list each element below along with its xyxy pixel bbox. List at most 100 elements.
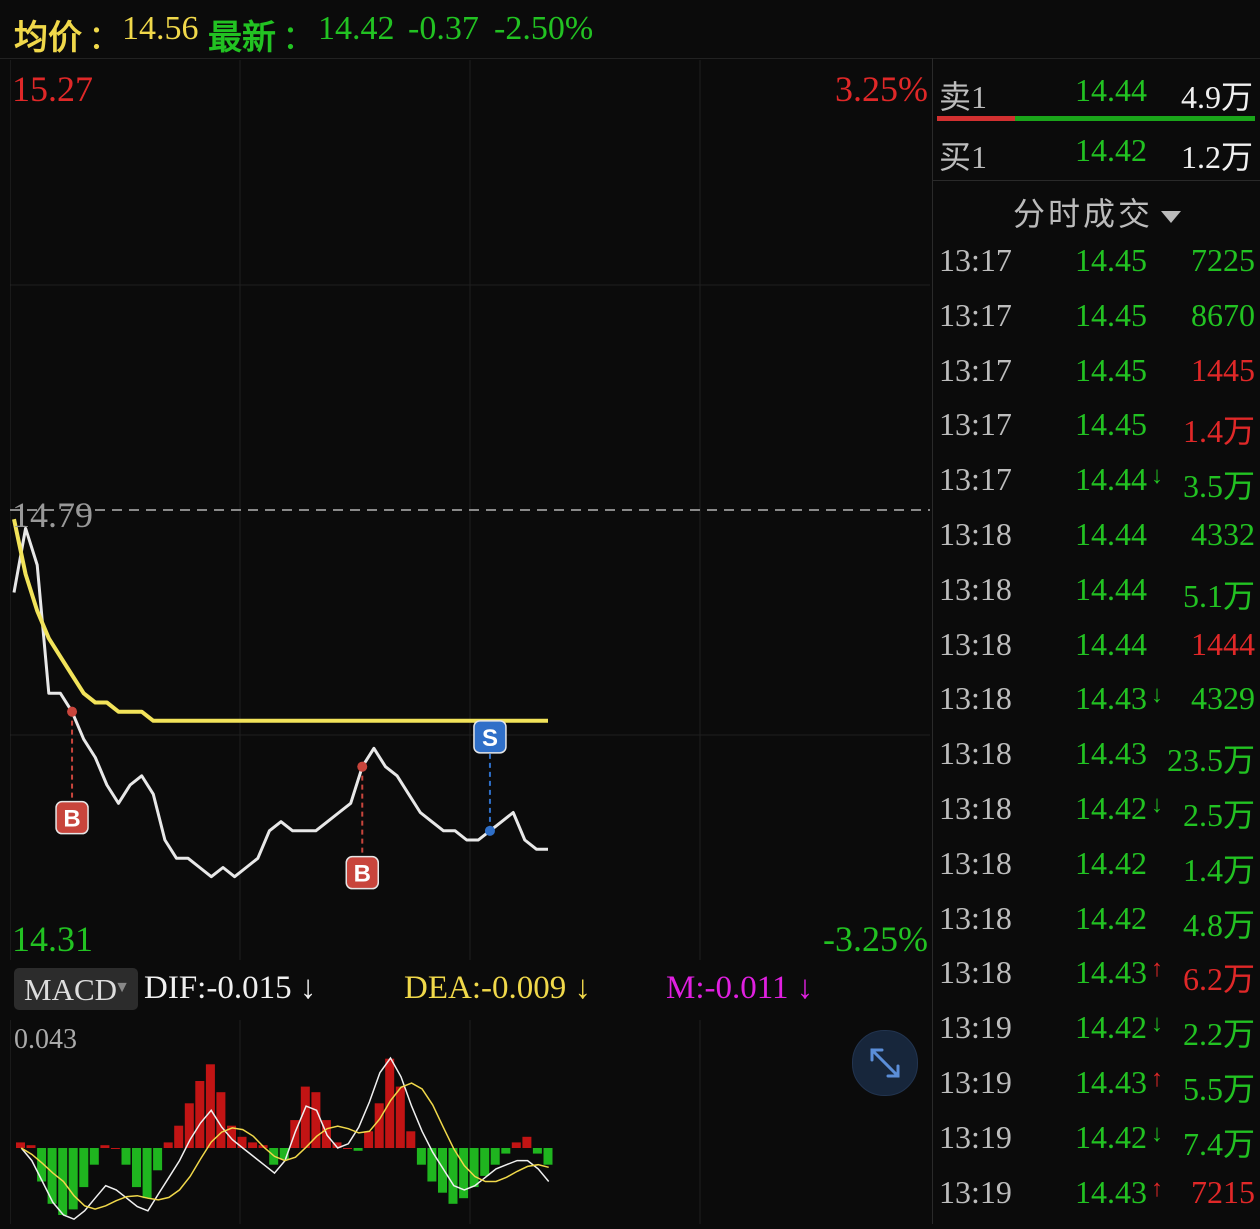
tick-row: 13:18 14.44 1444 [933,618,1260,672]
tick-direction-icon: ↓ [1151,1011,1163,1038]
price-change-pct: -2.50% [494,10,594,47]
ask-ratio-fill [1015,116,1255,121]
tick-price: 14.43 [1075,954,1147,991]
tick-volume: 5.1万 [1182,577,1255,614]
tick-row: 13:18 14.43 ↓ 4329 [933,672,1260,726]
tick-price: 14.42 [1075,1118,1147,1155]
tick-volume: 3.5万 [1182,468,1255,505]
tick-row: 13:17 14.45 8670 [933,289,1260,343]
macd-histogram-bar [100,1145,110,1148]
macd-histogram-bar [438,1148,447,1193]
orderbook-ask-row[interactable]: 卖1 14.44 4.9万 [933,62,1260,118]
tick-time: 13:17 [939,296,1012,333]
macd-histogram-bar [142,1148,152,1199]
expand-icon [870,1048,900,1078]
macd-indicator-bar: MACD ▼ DIF:-0.015 ↓ DEA:-0.009 ↓ M:-0.01… [10,962,930,1018]
macd-histogram-bar [68,1148,78,1210]
macd-histogram-bar [205,1064,215,1148]
tick-row: 13:19 14.43 ↑ 7215 [933,1166,1260,1220]
caret-down-icon [1161,211,1181,223]
tick-time: 13:18 [939,790,1012,826]
macd-histogram-bar [248,1142,258,1148]
bid-ratio-fill [937,116,1015,121]
tick-time: 13:19 [939,1118,1012,1155]
tick-time: 13:18 [939,954,1012,991]
bid-label: 买1 [939,139,988,175]
tick-price: 14.45 [1075,351,1147,388]
tick-row: 13:18 14.42 1.4万 [933,837,1260,891]
tick-time: 13:18 [939,680,1012,717]
tick-time: 13:19 [939,1064,1012,1100]
bid-price: 14.42 [1075,132,1147,168]
tick-row: 13:18 14.43 ↑ 6.2万 [933,946,1260,1000]
tick-volume: 1.4万 [1182,851,1255,888]
macd-histogram-bar [448,1148,458,1204]
orderbook-ratio-bar [937,116,1255,121]
intraday-chart[interactable]: B B S 15.27 3.25% 14.79 14.31 -3.25% [9,60,930,960]
macd-top-value: 0.043 [14,1024,77,1055]
macd-histogram-bar [237,1136,247,1148]
tick-time: 13:17 [939,351,1012,388]
macd-histogram-bar [79,1148,89,1188]
intraday-chart-svg: B B S [9,60,930,960]
orderbook-bid-row[interactable]: 买1 14.42 1.2万 [933,122,1260,178]
tick-row: 13:19 14.42 ↓ 7.4万 [933,1111,1260,1165]
tick-volume: 4329 [1191,680,1255,717]
marker-dot [484,825,495,836]
tick-direction-icon: ↑ [1151,1066,1163,1092]
macd-histogram-bar [163,1142,173,1148]
macd-histogram-bar [26,1145,36,1148]
tick-volume: 4332 [1191,516,1255,552]
tick-direction-icon: ↑ [1151,956,1163,983]
macd-histogram-bar [480,1148,490,1176]
tick-direction-icon: ↓ [1151,792,1163,818]
y-high-label: 15.27 [12,69,93,109]
tick-time: 13:17 [939,461,1012,498]
ref-price-label: 14.79 [12,495,93,535]
macd-histogram-bar [110,1148,120,1149]
macd-histogram-bar [416,1148,426,1165]
macd-chart[interactable]: 0.043 [9,1020,930,1224]
marker-label: B [63,806,80,833]
tick-time: 13:18 [939,735,1012,772]
macd-dif: DIF:-0.015 ↓ [144,970,317,1006]
tick-volume: 1445 [1191,351,1255,388]
marker-dot [67,706,78,717]
tick-row: 13:19 14.42 ↓ 2.2万 [933,1001,1260,1055]
tick-volume: 2.5万 [1182,797,1255,833]
tick-time: 13:18 [939,844,1012,881]
tick-price: 14.42 [1075,790,1147,826]
tick-price: 14.44 [1075,516,1147,552]
tick-price: 14.45 [1075,242,1147,278]
tick-row: 13:17 14.45 1.4万 [933,398,1260,452]
ask-price: 14.44 [1075,72,1147,108]
macd-dea: DEA:-0.009 ↓ [404,970,591,1006]
avg-price-value: 14.56 [122,10,199,47]
macd-histogram-bar [374,1103,384,1148]
tick-row: 13:17 14.44 ↓ 3.5万 [933,453,1260,507]
tick-row: 13:18 14.44 5.1万 [933,563,1260,617]
macd-histogram-bar [469,1148,479,1188]
macd-histogram-bar [522,1136,532,1148]
tick-volume: 7225 [1191,242,1255,278]
marker-label: S [482,725,498,752]
tick-row: 13:18 14.42 ↓ 2.5万 [933,782,1260,836]
ask-label: 卖1 [939,79,988,115]
macd-histogram-bar [89,1148,99,1165]
avg-price-sep: ： [88,20,122,57]
ticks-header-dropdown[interactable]: 分时成交 [933,180,1260,233]
tick-volume: 6.2万 [1182,961,1255,998]
macd-histogram-bar [153,1148,163,1171]
tick-price: 14.43 [1075,735,1147,772]
pct-high-label: 3.25% [835,69,928,109]
tick-volume: 1444 [1191,625,1255,662]
tick-price: 14.45 [1075,296,1147,333]
y-low-label: 14.31 [12,919,93,959]
latest-price-value: 14.42 [318,10,395,47]
avg-price-label: 均价 [14,20,82,57]
expand-chart-button[interactable] [852,1030,918,1096]
indicator-select[interactable]: MACD ▼ [14,968,138,1010]
tick-volume: 8670 [1191,296,1255,333]
tick-volume: 2.2万 [1182,1016,1255,1053]
tick-row: 13:18 14.43 23.5万 [933,727,1260,781]
